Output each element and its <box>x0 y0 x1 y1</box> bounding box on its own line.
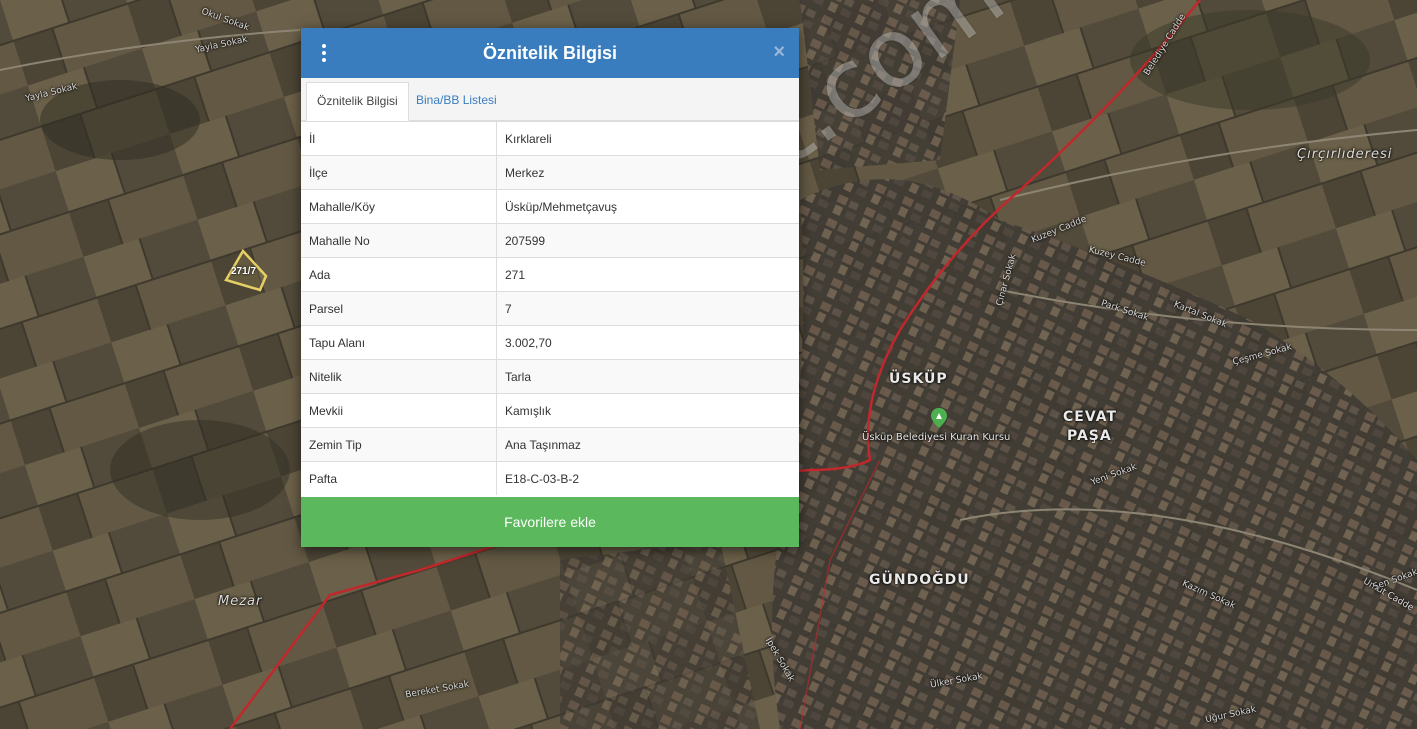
attribute-info-dialog: Öznitelik Bilgisi × Öznitelik Bilgisi Bi… <box>301 28 799 547</box>
table-row: Mevkii Kamışlık <box>301 393 799 428</box>
attribute-value: 207599 <box>496 223 799 258</box>
table-row: İl Kırklareli <box>301 121 799 156</box>
attribute-key: Tapu Alanı <box>301 325 497 360</box>
attribute-value: Kırklareli <box>496 121 799 156</box>
attribute-key: Nitelik <box>301 359 497 394</box>
mosque-pin-icon[interactable] <box>931 408 947 428</box>
dialog-title: Öznitelik Bilgisi <box>482 43 618 63</box>
table-row: Parsel 7 <box>301 291 799 326</box>
table-row: Mahalle No 207599 <box>301 223 799 258</box>
attribute-key: Parsel <box>301 291 497 326</box>
attribute-value: Ana Taşınmaz <box>496 427 799 462</box>
dialog-tabs: Öznitelik Bilgisi Bina/BB Listesi <box>301 78 799 121</box>
attribute-key: Zemin Tip <box>301 427 497 462</box>
map-place-label: PAŞA <box>1067 428 1112 444</box>
map-place-label: Çırçırlıderesi <box>1297 147 1393 162</box>
close-icon[interactable]: × <box>773 42 785 62</box>
attribute-key: Pafta <box>301 461 497 495</box>
attribute-key: Mahalle/Köy <box>301 189 497 224</box>
table-row: Nitelik Tarla <box>301 359 799 394</box>
attribute-key: Mevkii <box>301 393 497 428</box>
add-to-favorites-button[interactable]: Favorilere ekle <box>301 497 799 547</box>
attribute-value: Tarla <box>496 359 799 394</box>
table-row: Tapu Alanı 3.002,70 <box>301 325 799 360</box>
attribute-value: 3.002,70 <box>496 325 799 360</box>
attribute-key: Ada <box>301 257 497 292</box>
table-row: Ada 271 <box>301 257 799 292</box>
attribute-value: Merkez <box>496 155 799 190</box>
attribute-key: İl <box>301 121 497 156</box>
attribute-value: Kamışlık <box>496 393 799 428</box>
map-place-label: GÜNDOĞDU <box>869 572 970 588</box>
table-row: Zemin Tip Ana Taşınmaz <box>301 427 799 462</box>
dialog-header: Öznitelik Bilgisi × <box>301 28 799 78</box>
attribute-value: 7 <box>496 291 799 326</box>
map-poi-label: Üsküp Belediyesi Kuran Kursu <box>862 432 1011 443</box>
map-place-label: ÜSKÜP <box>889 371 948 387</box>
table-row: Mahalle/Köy Üsküp/Mehmetçavuş <box>301 189 799 224</box>
table-row: Pafta E18-C-03-B-2 <box>301 461 799 495</box>
attribute-table: İl Kırklareli İlçe Merkez Mahalle/Köy Üsküp/M… <box>301 121 799 495</box>
attribute-key: Mahalle No <box>301 223 497 258</box>
table-row: İlçe Merkez <box>301 155 799 190</box>
tab-attribute-info[interactable]: Öznitelik Bilgisi <box>306 82 409 121</box>
attribute-value: 271 <box>496 257 799 292</box>
parcel-label: 271/7 <box>231 266 257 277</box>
attribute-value: Üsküp/Mehmetçavuş <box>496 189 799 224</box>
map-place-label: CEVAT <box>1063 409 1118 425</box>
attribute-key: İlçe <box>301 155 497 190</box>
attribute-value: E18-C-03-B-2 <box>496 461 799 495</box>
map-place-label: Mezar <box>218 594 263 609</box>
tab-building-list[interactable]: Bina/BB Listesi <box>406 82 507 119</box>
